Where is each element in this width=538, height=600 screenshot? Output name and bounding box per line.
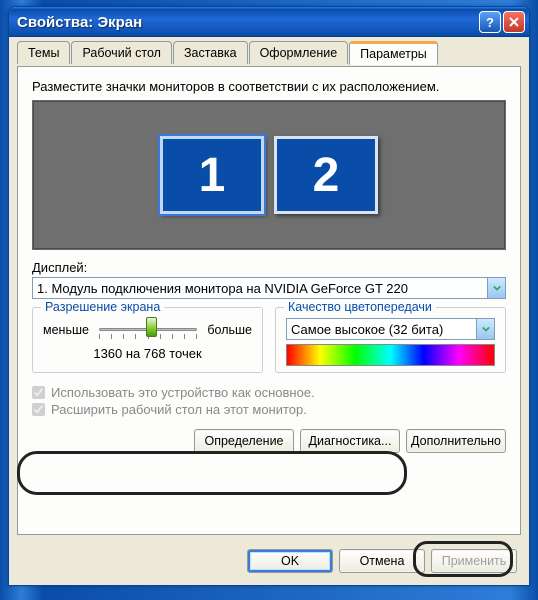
color-legend: Качество цветопередачи [284,300,436,314]
chevron-down-icon[interactable] [476,319,494,339]
tab-settings[interactable]: Параметры [349,41,438,65]
extend-desktop-label: Расширить рабочий стол на этот монитор. [51,402,307,417]
close-icon [509,17,519,27]
display-value: 1. Модуль подключения монитора на NVIDIA… [37,281,487,296]
dialog-window: Свойства: Экран ? Темы Рабочий стол Заст… [8,6,530,586]
advanced-button[interactable]: Дополнительно [406,429,506,453]
titlebar[interactable]: Свойства: Экран ? [9,7,529,37]
tab-appearance[interactable]: Оформление [249,41,349,64]
extend-desktop-checkbox[interactable] [32,403,45,416]
slider-more-label: больше [207,323,252,337]
display-label: Дисплей: [32,260,506,275]
primary-device-checkbox[interactable] [32,386,45,399]
color-value: Самое высокое (32 бита) [291,322,476,337]
color-spectrum [286,344,495,366]
close-button[interactable] [503,11,525,33]
tab-strip: Темы Рабочий стол Заставка Оформление Па… [13,41,525,64]
resolution-value: 1360 на 768 точек [43,346,252,361]
extend-desktop-checkbox-row[interactable]: Расширить рабочий стол на этот монитор. [32,402,506,417]
resolution-group: Разрешение экрана меньше больше 1360 на … [32,307,263,373]
monitor-arrangement[interactable]: 1 2 [32,100,506,250]
ok-button[interactable]: OK [247,549,333,573]
monitor-options: Использовать это устройство как основное… [32,385,506,417]
primary-device-label: Использовать это устройство как основное… [51,385,315,400]
client-area: Темы Рабочий стол Заставка Оформление Па… [13,41,525,581]
tab-themes[interactable]: Темы [17,41,70,64]
instruction-text: Разместите значки мониторов в соответств… [32,79,506,94]
cancel-button[interactable]: Отмена [339,549,425,573]
resolution-legend: Разрешение экрана [41,300,164,314]
window-title: Свойства: Экран [17,14,477,31]
color-dropdown[interactable]: Самое высокое (32 бита) [286,318,495,340]
display-dropdown[interactable]: 1. Модуль подключения монитора на NVIDIA… [32,277,506,299]
chevron-down-icon[interactable] [487,278,505,298]
slider-thumb[interactable] [146,317,157,337]
slider-less-label: меньше [43,323,89,337]
color-quality-group: Качество цветопередачи Самое высокое (32… [275,307,506,373]
help-button[interactable]: ? [479,11,501,33]
tab-screensaver[interactable]: Заставка [173,41,248,64]
resolution-slider[interactable] [95,318,201,342]
identify-button[interactable]: Определение [194,429,294,453]
troubleshoot-button[interactable]: Диагностика... [300,429,400,453]
monitor-1[interactable]: 1 [160,136,264,214]
primary-device-checkbox-row[interactable]: Использовать это устройство как основное… [32,385,506,400]
tab-desktop[interactable]: Рабочий стол [71,41,171,64]
monitor-2[interactable]: 2 [274,136,378,214]
dialog-buttons: OK Отмена Применить [247,549,517,573]
settings-panel: Разместите значки мониторов в соответств… [17,66,521,535]
apply-button[interactable]: Применить [431,549,517,573]
